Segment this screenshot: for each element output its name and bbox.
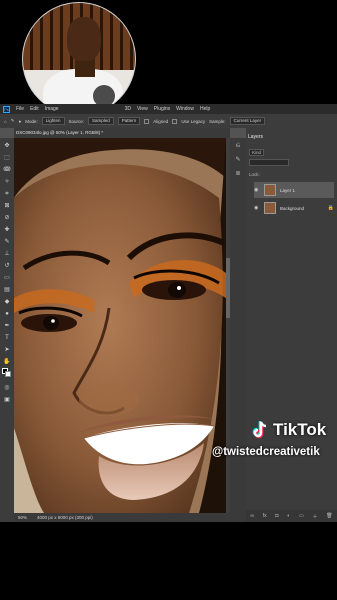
photoshop-window: Ps File Edit Image 3D View Plugins Windo… (0, 104, 337, 522)
gradient-tool-icon[interactable]: ▤ (3, 286, 11, 294)
move-tool-icon[interactable]: ✥ (3, 142, 11, 150)
aligned-label: Aligned (153, 118, 169, 124)
kind-filter-select[interactable]: Kind (249, 148, 265, 156)
new-layer-icon[interactable]: ＋ (312, 513, 317, 520)
delete-layer-icon[interactable]: 🗑 (326, 513, 332, 519)
menu-help[interactable]: Help (200, 106, 210, 112)
adjustment-layer-icon[interactable]: ◐ (287, 513, 290, 519)
tool-preset-icon[interactable]: ✎ (11, 118, 15, 124)
menu-edit[interactable]: Edit (30, 106, 39, 112)
layer-name: Background (280, 205, 305, 211)
use-legacy-label: Use Legacy (181, 118, 206, 124)
blend-mode-select[interactable] (249, 158, 289, 166)
mode-select[interactable]: Lighten (41, 117, 65, 125)
background-color-swatch[interactable] (5, 371, 11, 377)
layer-row-layer-1[interactable]: ◉ Layer 1 (254, 182, 334, 198)
frame-tool-icon[interactable]: ⊠ (3, 202, 11, 210)
sample-label: Sample: (209, 118, 226, 124)
source-sampled-button[interactable]: Sampled (88, 117, 114, 125)
crop-tool-icon[interactable]: ⌗ (3, 190, 11, 198)
hand-tool-icon[interactable]: ✋ (3, 358, 11, 366)
source-pattern-button[interactable]: Pattern (117, 117, 141, 125)
eraser-tool-icon[interactable]: ▭ (3, 274, 11, 282)
quick-mask-icon[interactable]: ◎ (3, 384, 11, 392)
panel-dock-icons: ⎌ ✎ ≣ (230, 138, 246, 522)
visibility-eye-icon[interactable]: ◉ (254, 187, 260, 193)
layer-thumbnail (264, 184, 276, 196)
layers-tab[interactable]: Layers (248, 134, 263, 140)
options-bar: ⌂ ✎ ● Mode: Lighten Source: Sampled Patt… (0, 114, 337, 128)
document-tab-bar: DSC09034lo.jpg @ 50% (Layer 1, RGB/8) * (14, 128, 230, 138)
portrait-image (14, 138, 226, 513)
tiktok-brand: TikTok (273, 420, 327, 439)
brush-tool-icon[interactable]: ✎ (3, 238, 11, 246)
menu-view[interactable]: View (137, 106, 148, 112)
layers-panel-footer: ∞ fx ◘ ◐ ▭ ＋ 🗑 (246, 510, 337, 522)
filter-row: Kind (249, 148, 265, 156)
tiktok-logo-icon (252, 421, 267, 439)
menu-3d[interactable]: 3D (125, 106, 131, 112)
layers-panel: Layers Kind Lock: ◉ Layer 1 ◉ Background… (246, 128, 337, 522)
layer-row-background[interactable]: ◉ Background 🔒 (254, 200, 334, 216)
history-brush-tool-icon[interactable]: ↺ (3, 262, 11, 270)
document-size: 4000 px x 6000 px (300 ppi) (37, 515, 93, 520)
aligned-checkbox[interactable] (144, 118, 150, 124)
document-tab[interactable]: DSC09034lo.jpg @ 50% (Layer 1, RGB/8) * (16, 130, 103, 135)
menu-window[interactable]: Window (176, 106, 194, 112)
menu-image[interactable]: Image (45, 106, 59, 112)
document-canvas[interactable] (14, 138, 226, 513)
layer-thumbnail (264, 202, 276, 214)
add-mask-icon[interactable]: ◘ (275, 513, 278, 519)
properties-icon[interactable]: ≣ (234, 170, 242, 178)
webcam-overlay (22, 2, 136, 116)
visibility-eye-icon[interactable]: ◉ (254, 205, 260, 211)
menu-bar: Ps File Edit Image 3D View Plugins Windo… (0, 104, 337, 114)
tiktok-watermark: TikTok (250, 420, 326, 440)
use-legacy-checkbox[interactable] (172, 118, 178, 124)
blend-row (249, 158, 289, 166)
tools-panel: ✥ ⬚ ↂ ✧ ⌗ ⊠ ⊘ ✚ ✎ ⊥ ↺ ▭ ▤ ◆ ● ✒ T ➤ ✋ ◎ … (0, 138, 14, 522)
marquee-tool-icon[interactable]: ⬚ (3, 154, 11, 162)
source-label: Source: (68, 118, 85, 124)
screen-mode-icon[interactable]: ▣ (3, 396, 11, 404)
layer-name: Layer 1 (280, 187, 296, 193)
brush-settings-icon[interactable]: ✎ (234, 156, 242, 164)
type-tool-icon[interactable]: T (3, 334, 11, 342)
sample-select[interactable]: Current Layer (229, 117, 266, 125)
menu-file[interactable]: File (16, 106, 24, 112)
blur-tool-icon[interactable]: ◆ (3, 298, 11, 306)
photoshop-logo-icon: Ps (3, 105, 10, 113)
pen-tool-icon[interactable]: ✒ (3, 322, 11, 330)
fx-icon[interactable]: fx (263, 513, 267, 519)
creator-handle: @twistedcreativetik (212, 446, 320, 458)
lock-icon: 🔒 (327, 205, 334, 211)
brush-size-icon[interactable]: ● (19, 119, 22, 124)
clone-stamp-tool-icon[interactable]: ⊥ (3, 250, 11, 258)
new-group-icon[interactable]: ▭ (299, 513, 304, 519)
eyedropper-tool-icon[interactable]: ⊘ (3, 214, 11, 222)
lock-label: Lock: (249, 171, 260, 177)
menu-plugins[interactable]: Plugins (154, 106, 170, 112)
link-layers-icon[interactable]: ∞ (250, 513, 254, 519)
quick-select-tool-icon[interactable]: ✧ (3, 178, 11, 186)
lock-row: Lock: (249, 170, 260, 178)
mode-label: Mode: (25, 118, 38, 124)
history-icon[interactable]: ⎌ (234, 142, 242, 150)
path-select-tool-icon[interactable]: ➤ (3, 346, 11, 354)
status-bar: 50% 4000 px x 6000 px (300 ppi) (14, 513, 230, 522)
presenter-head (67, 17, 101, 61)
healing-brush-tool-icon[interactable]: ✚ (3, 226, 11, 234)
dodge-tool-icon[interactable]: ● (3, 310, 11, 318)
zoom-level[interactable]: 50% (18, 515, 27, 520)
lasso-tool-icon[interactable]: ↂ (3, 166, 11, 174)
home-icon[interactable]: ⌂ (4, 119, 7, 124)
